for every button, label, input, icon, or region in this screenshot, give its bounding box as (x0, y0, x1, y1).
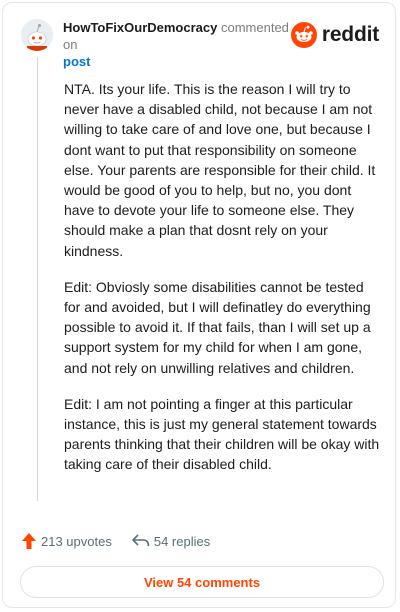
user-avatar[interactable] (21, 19, 53, 51)
upvote-button[interactable]: 213 upvotes (21, 532, 112, 550)
comment-body: NTA. Its your life. This is the reason I… (64, 79, 382, 491)
comment-card: HowToFixOurDemocracy commented on post r… (2, 2, 396, 608)
reddit-snoo-icon (290, 22, 317, 48)
post-link[interactable]: post (63, 53, 293, 70)
comment-paragraph: NTA. Its your life. This is the reason I… (64, 81, 376, 259)
username-link[interactable]: HowToFixOurDemocracy (63, 20, 217, 35)
upvote-count: 213 upvotes (41, 533, 112, 549)
reddit-wordmark: reddit (321, 23, 379, 46)
reply-arrow-icon (132, 534, 150, 547)
reddit-logo[interactable]: reddit (290, 21, 379, 49)
view-comments-button[interactable]: View 54 comments (20, 566, 384, 598)
comment-byline: HowToFixOurDemocracy commented on post (63, 19, 293, 70)
comment-actions: 213 upvotes 54 replies (21, 531, 210, 551)
reply-count: 54 replies (153, 533, 211, 549)
snoo-avatar-icon (21, 19, 53, 51)
comment-header: HowToFixOurDemocracy commented on post r… (21, 17, 379, 69)
comment-paragraph: Edit: I am not pointing a finger at this… (64, 395, 380, 473)
replies-button[interactable]: 54 replies (132, 534, 210, 549)
comment-paragraph: Edit: Obviosly some disabilities cannot … (64, 278, 371, 376)
upvote-arrow-icon (22, 533, 36, 549)
thread-line[interactable] (37, 57, 38, 501)
